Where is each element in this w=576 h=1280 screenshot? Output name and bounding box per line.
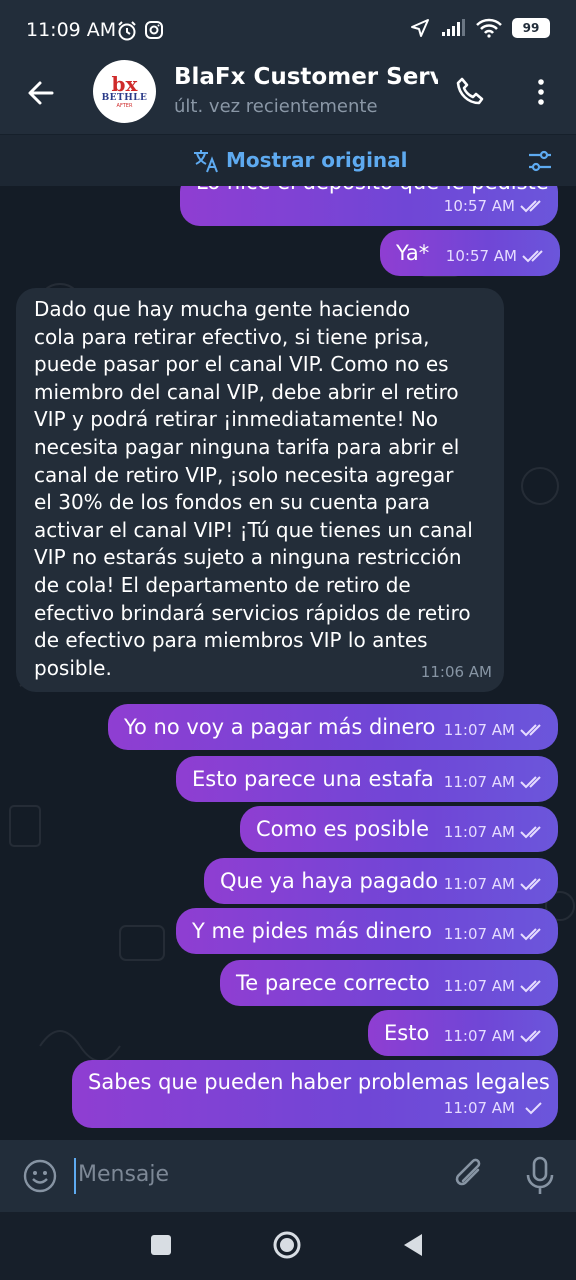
instagram-icon <box>145 21 163 39</box>
message-text: Ya* <box>396 241 430 265</box>
avatar-logo-sub: AFTER <box>116 102 133 109</box>
double-check-icon <box>520 200 541 213</box>
message-line: VIP no estarás sujeto a ninguna restricc… <box>34 545 462 570</box>
message-text: Yo no voy a pagar más dinero <box>124 715 436 739</box>
message-time: 11:07 AM <box>443 875 515 893</box>
message-line: cola para retirar efectivo, si tiene pri… <box>34 324 430 349</box>
message-time: 11:06 AM <box>420 663 492 681</box>
message-bubble-outgoing[interactable]: Lo hice el depósito que le pediste 10:57… <box>180 186 558 226</box>
attach-icon[interactable] <box>452 1156 488 1196</box>
translate-settings-icon[interactable] <box>526 147 554 175</box>
message-time: 11:07 AM <box>443 1027 515 1045</box>
message-bubble-outgoing[interactable]: Ya* 10:57 AM <box>380 230 560 276</box>
single-check-icon <box>525 1102 542 1115</box>
status-bar: 11:09 AM 99 <box>0 0 576 62</box>
double-check-icon <box>520 980 541 993</box>
translate-bar[interactable]: Mostrar original <box>0 134 576 186</box>
message-time: 11:07 AM <box>443 925 515 943</box>
message-line: puede pasar por el canal VIP. Como no es <box>34 352 449 377</box>
message-bubble-outgoing[interactable]: Como es posible 11:07 AM <box>240 806 558 852</box>
message-line: de cola! El departamento de retiro de <box>34 572 411 597</box>
message-list[interactable]: Lo hice el depósito que le pediste 10:57… <box>0 186 576 1140</box>
message-time: 11:07 AM <box>443 977 515 995</box>
battery-icon: 99 <box>512 18 550 38</box>
message-line: efectivo brindará servicios rápidos de r… <box>34 600 471 625</box>
double-check-icon <box>520 724 541 737</box>
message-text: Como es posible <box>256 817 430 841</box>
double-check-icon <box>520 878 541 891</box>
message-line: VIP y podrá retirar ¡inmediatamente! No <box>34 407 439 432</box>
signal-icon <box>442 19 465 36</box>
message-bubble-outgoing[interactable]: Que ya haya pagado 11:07 AM <box>204 858 558 904</box>
message-time: 11:07 AM <box>443 721 515 739</box>
translate-icon <box>194 150 218 173</box>
double-check-icon <box>520 776 541 789</box>
wifi-icon <box>476 18 502 38</box>
location-icon <box>411 19 429 37</box>
message-text: Que ya haya pagado <box>220 869 439 893</box>
message-line: Dado que hay mucha gente haciendo <box>34 297 411 321</box>
message-line: miembro del canal VIP, debe abrir el ret… <box>34 379 459 404</box>
avatar[interactable]: bx BETHLE AFTER <box>93 60 156 123</box>
message-line: activar el canal VIP! ¡Tú que tienes un … <box>34 517 473 542</box>
message-text: Y me pides más dinero <box>192 919 432 943</box>
chat-last-seen: últ. vez recientemente <box>174 96 378 117</box>
show-original-button[interactable]: Mostrar original <box>226 148 408 172</box>
message-input[interactable]: Mensaje <box>74 1158 434 1194</box>
back-arrow-icon[interactable] <box>24 76 58 110</box>
microphone-icon[interactable] <box>524 1156 556 1196</box>
message-bubble-outgoing[interactable]: Y me pides más dinero 11:07 AM <box>176 908 558 954</box>
message-text: Dado que hay mucha gente haciendo cola p… <box>34 296 498 682</box>
message-time: 11:07 AM <box>443 773 515 791</box>
home-button[interactable] <box>272 1230 302 1260</box>
recents-button[interactable] <box>151 1235 171 1255</box>
avatar-logo-mark: bx <box>111 71 138 96</box>
message-bubble-outgoing[interactable]: Yo no voy a pagar más dinero 11:07 AM <box>108 704 558 750</box>
message-composer: Mensaje <box>0 1140 576 1212</box>
system-nav-bar <box>0 1212 576 1280</box>
double-check-icon <box>520 928 541 941</box>
message-line: el 30% de los fondos en su cuenta para <box>34 490 430 515</box>
chat-header[interactable]: bx BETHLE AFTER BlaFx Customer Servic úl… <box>0 60 576 134</box>
message-line: canal de retiro VIP, ¡solo necesita agre… <box>34 462 454 487</box>
message-bubble-outgoing[interactable]: Esto parece una estafa 11:07 AM <box>176 756 558 802</box>
message-time: 11:07 AM <box>443 823 515 841</box>
message-time: 10:57 AM <box>443 197 515 215</box>
chat-title[interactable]: BlaFx Customer Servic <box>174 64 438 90</box>
message-bubble-incoming[interactable]: Dado que hay mucha gente haciendo cola p… <box>16 288 504 692</box>
message-text: Sabes que pueden haber problemas legales <box>88 1070 550 1094</box>
message-line: necesita pagar ninguna tarifa para abrir… <box>34 434 460 459</box>
double-check-icon <box>520 1030 541 1043</box>
message-bubble-outgoing[interactable]: Esto 11:07 AM <box>368 1010 558 1056</box>
message-bubble-outgoing[interactable]: Te parece correcto 11:07 AM <box>220 960 558 1006</box>
message-time: 10:57 AM <box>445 247 517 265</box>
status-time: 11:09 AM <box>26 19 117 41</box>
message-line: de efectivo para miembros VIP lo antes <box>34 628 428 653</box>
more-vertical-icon[interactable] <box>530 76 552 108</box>
message-text: Esto <box>384 1021 430 1045</box>
message-text: Te parece correcto <box>236 971 430 995</box>
emoji-icon[interactable] <box>22 1158 58 1194</box>
message-time: 11:07 AM <box>443 1099 515 1117</box>
double-check-icon <box>520 826 541 839</box>
nav-back-button[interactable] <box>402 1232 424 1258</box>
message-bubble-outgoing[interactable]: Sabes que pueden haber problemas legales… <box>72 1060 558 1128</box>
message-text: Esto parece una estafa <box>192 767 434 791</box>
alarm-icon <box>118 21 136 41</box>
double-check-icon <box>522 250 543 263</box>
phone-icon[interactable] <box>454 76 486 108</box>
avatar-logo-text: BETHLE <box>101 92 148 103</box>
